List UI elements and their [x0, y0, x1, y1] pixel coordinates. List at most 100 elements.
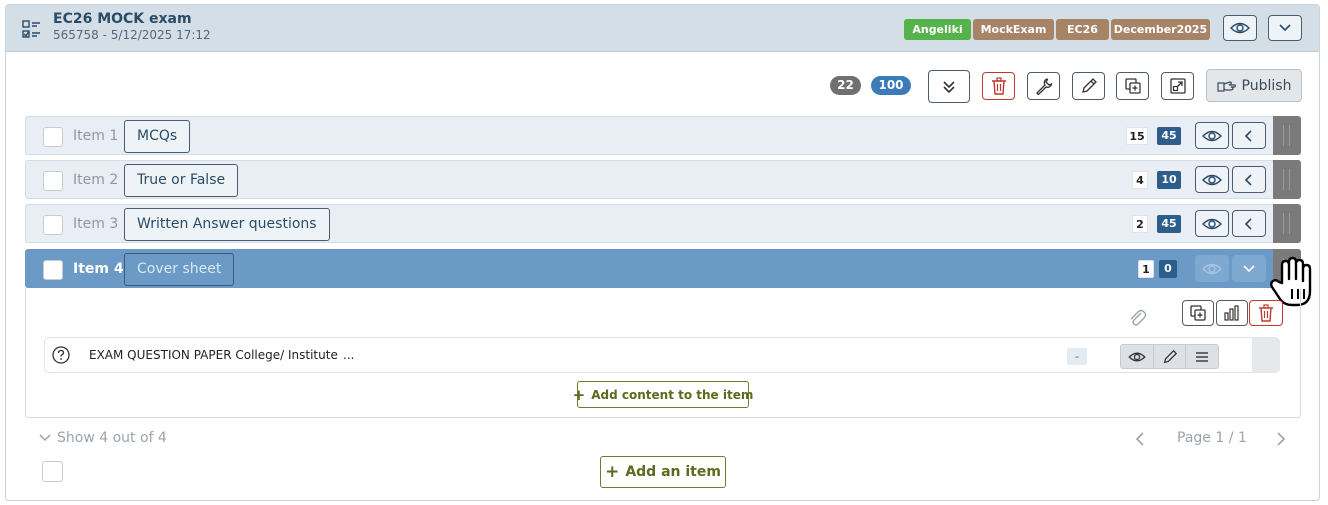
item-number: Item 3 [73, 216, 119, 232]
add-content-button[interactable]: + Add content to the item [573, 381, 753, 408]
item-content-panel: EXAM QUESTION PAPER College/ Institute .… [25, 288, 1301, 418]
item-name-button[interactable]: MCQs [124, 120, 191, 153]
tag-ec26[interactable]: EC26 [1056, 19, 1109, 40]
publish-hand-icon [1216, 80, 1236, 92]
chevron-down-icon [1279, 24, 1291, 32]
content-edit-button[interactable] [1152, 345, 1186, 368]
show-count-label: Show 4 out of 4 [57, 430, 167, 446]
publish-button[interactable]: Publish [1206, 69, 1302, 102]
expand-all-button[interactable] [928, 70, 970, 103]
paperclip-icon[interactable] [1127, 307, 1147, 327]
item-preview-button[interactable] [1195, 166, 1229, 193]
delete-exam-button[interactable] [982, 72, 1015, 100]
chart-icon [1224, 305, 1239, 321]
tag-december2025[interactable]: December2025 [1111, 19, 1210, 40]
drag-handle[interactable] [1273, 160, 1301, 199]
drag-handle[interactable] [1273, 204, 1301, 243]
plus-icon: + [572, 385, 586, 404]
item-question-count: 4 [1132, 171, 1148, 189]
item-question-count: 2 [1132, 215, 1148, 233]
item-points-count: 45 [1157, 215, 1181, 233]
question-circle-icon [52, 346, 70, 364]
item-row[interactable]: Item 2 True or False 4 10 [25, 160, 1301, 199]
item-number: Item 1 [73, 128, 119, 144]
plus-icon: + [605, 462, 620, 482]
collapse-exam-button[interactable] [1268, 15, 1302, 41]
trash-icon [1259, 304, 1273, 322]
item-name-button[interactable]: Written Answer questions [124, 208, 330, 241]
trash-icon [991, 77, 1006, 95]
pencil-icon [1081, 78, 1097, 93]
item-number: Item 2 [73, 172, 119, 188]
prev-page-icon[interactable] [1135, 432, 1145, 446]
edit-exam-button[interactable] [1072, 72, 1105, 100]
item-points-count: 0 [1159, 260, 1177, 278]
item-expand-button[interactable] [1232, 166, 1266, 193]
delete-item-button[interactable] [1249, 300, 1283, 326]
item-name-button[interactable]: Cover sheet [124, 253, 235, 286]
item-name-button[interactable]: True or False [124, 164, 239, 197]
eye-icon [1230, 22, 1250, 34]
chevron-down-icon [39, 434, 51, 442]
preview-exam-button[interactable] [1223, 15, 1257, 41]
item-expand-button[interactable] [1232, 122, 1266, 149]
content-ellipsis: ... [343, 348, 355, 362]
item-preview-button[interactable] [1195, 210, 1229, 237]
item-row[interactable]: Item 1 MCQs 15 45 [25, 116, 1301, 155]
content-menu-button[interactable] [1185, 345, 1218, 368]
eye-icon [1202, 174, 1222, 185]
select-all-checkbox[interactable] [42, 461, 63, 482]
item-preview-button[interactable] [1195, 255, 1229, 282]
eye-icon [1202, 263, 1222, 274]
item-checkbox[interactable] [43, 127, 63, 147]
drag-handle[interactable] [1273, 116, 1301, 155]
eye-icon [1202, 218, 1222, 229]
item-row-active[interactable]: Item 4 Cover sheet 1 0 [25, 249, 1301, 288]
chevron-left-icon [1244, 217, 1252, 230]
question-count-badge: 22 [830, 76, 861, 95]
item-collapse-button[interactable] [1232, 255, 1266, 282]
pencil-icon [1163, 349, 1177, 363]
copy-plus-icon [1124, 78, 1141, 94]
publish-label: Publish [1241, 77, 1292, 94]
settings-button[interactable] [1027, 72, 1060, 100]
item-preview-button[interactable] [1195, 122, 1229, 149]
content-list-item[interactable]: EXAM QUESTION PAPER College/ Institute .… [44, 337, 1280, 373]
duplicate-exam-button[interactable] [1116, 72, 1149, 100]
next-page-icon[interactable] [1276, 432, 1286, 446]
eye-icon [1202, 130, 1222, 141]
chevron-down-icon [1243, 264, 1255, 272]
item-number: Item 4 [73, 261, 124, 277]
exam-card: EC26 MOCK exam 565758 - 5/12/2025 17:12 … [5, 4, 1320, 501]
tag-mockexam[interactable]: MockExam [973, 19, 1054, 40]
duplicate-item-button[interactable] [1182, 300, 1214, 326]
page-indicator: Page 1 / 1 [1177, 430, 1247, 446]
item-row[interactable]: Item 3 Written Answer questions 2 45 [25, 204, 1301, 243]
content-drag-handle[interactable] [1252, 337, 1280, 373]
points-total-badge: 100 [871, 76, 911, 95]
add-content-label: Add content to the item [591, 387, 754, 402]
double-chevron-down-icon [943, 80, 955, 93]
chevron-left-icon [1244, 129, 1252, 142]
exam-subtitle: 565758 - 5/12/2025 17:12 [53, 28, 211, 42]
checklist-icon [22, 20, 40, 38]
fullscreen-button[interactable] [1161, 72, 1194, 100]
item-question-count: 1 [1138, 260, 1154, 278]
item-checkbox[interactable] [43, 171, 63, 191]
wrench-icon [1035, 78, 1052, 95]
item-points-count: 45 [1157, 127, 1181, 145]
item-checkbox[interactable] [43, 215, 63, 235]
show-count-toggle[interactable]: Show 4 out of 4 [39, 430, 167, 446]
item-points-count: 10 [1157, 171, 1181, 189]
content-preview-button[interactable] [1121, 345, 1153, 368]
chevron-left-icon [1244, 173, 1252, 186]
content-title: EXAM QUESTION PAPER College/ Institute [89, 348, 338, 362]
item-expand-button[interactable] [1232, 210, 1266, 237]
item-statistics-button[interactable] [1216, 300, 1248, 326]
item-checkbox[interactable] [43, 260, 63, 280]
expand-icon [1169, 78, 1186, 94]
tag-angeliki[interactable]: Angeliki [904, 19, 971, 40]
eye-icon [1128, 352, 1146, 361]
add-item-button[interactable]: + Add an item [600, 456, 726, 488]
menu-icon [1196, 351, 1209, 362]
